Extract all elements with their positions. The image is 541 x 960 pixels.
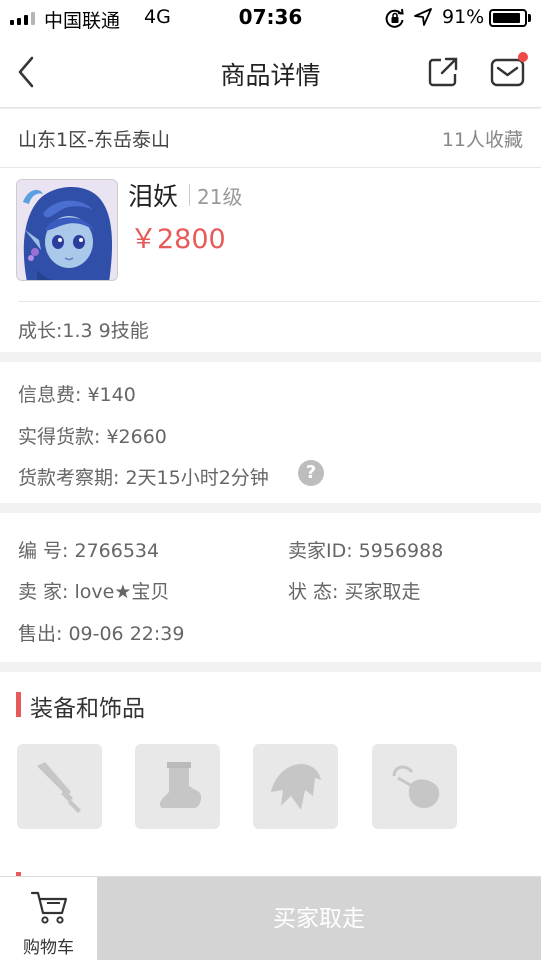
equipment-slot-armor[interactable] [253, 744, 338, 829]
status-bar: 中国联通 4G 07:36 91% [0, 0, 541, 36]
pet-avatar [16, 179, 118, 281]
divider [0, 167, 541, 168]
cart-icon [30, 891, 68, 924]
page-title: 商品详情 [220, 61, 321, 90]
seller-id: 卖家ID: 5956988 [288, 540, 444, 562]
cart-label: 购物车 [23, 938, 74, 958]
equipment-section: 装备和饰品 [0, 672, 541, 876]
rotation-lock-icon [385, 8, 404, 28]
boots-slot-icon [160, 762, 202, 808]
location-arrow-icon [414, 8, 432, 26]
section-accent-bar [16, 692, 21, 717]
info-fee: 信息费: ¥140 [18, 384, 136, 406]
battery-tip [528, 14, 531, 22]
actual-payment: 实得货款: ¥2660 [18, 426, 167, 448]
listing-summary: 山东1区-东岳泰山 11人收藏 泪妖 21级 ￥2800 成长:1.3 9技能 [0, 109, 541, 352]
battery-percent: 91% [442, 6, 485, 28]
price: ￥2800 [130, 224, 226, 255]
battery-icon [489, 9, 527, 27]
cart-button[interactable]: 购物车 [0, 877, 97, 960]
trade-details: 编 号: 2766534 卖家ID: 5956988 卖 家: love★宝贝 … [0, 513, 541, 662]
navigation-bar: 商品详情 [0, 36, 541, 108]
divider [18, 301, 541, 302]
server-name: 山东1区-东岳泰山 [18, 129, 170, 151]
equipment-slot-weapon[interactable] [17, 744, 102, 829]
inspection-period: 货款考察期: 2天15小时2分钟 [18, 467, 269, 489]
share-icon[interactable] [427, 56, 459, 88]
name-level-separator [189, 184, 190, 206]
bottom-action-bar: 购物车 买家取走 [0, 876, 541, 960]
seller-name: 卖 家: love★宝贝 [18, 581, 170, 603]
accessory-slot-icon [392, 765, 440, 808]
help-icon[interactable]: ? [298, 460, 324, 486]
pet-portrait-image [17, 180, 117, 280]
fee-section: 信息费: ¥140 实得货款: ¥2660 货款考察期: 2天15小时2分钟 ? [0, 362, 541, 503]
weapon-slot-icon [37, 762, 81, 813]
equipment-title: 装备和饰品 [30, 696, 145, 722]
unread-dot [518, 52, 528, 62]
equipment-slot-boots[interactable] [135, 744, 220, 829]
favorite-count: 11人收藏 [441, 129, 523, 151]
trade-status: 状 态: 买家取走 [288, 581, 421, 603]
pet-level: 21级 [197, 185, 243, 209]
sold-time: 售出: 09-06 22:39 [18, 623, 185, 645]
pet-name: 泪妖 [128, 182, 179, 211]
armor-slot-icon [271, 764, 321, 810]
equipment-slot-accessory[interactable] [372, 744, 457, 829]
buy-status-button[interactable]: 买家取走 [97, 877, 541, 960]
growth-skills: 成长:1.3 9技能 [18, 320, 149, 342]
message-button[interactable] [490, 52, 528, 88]
serial-number: 编 号: 2766534 [18, 540, 160, 562]
